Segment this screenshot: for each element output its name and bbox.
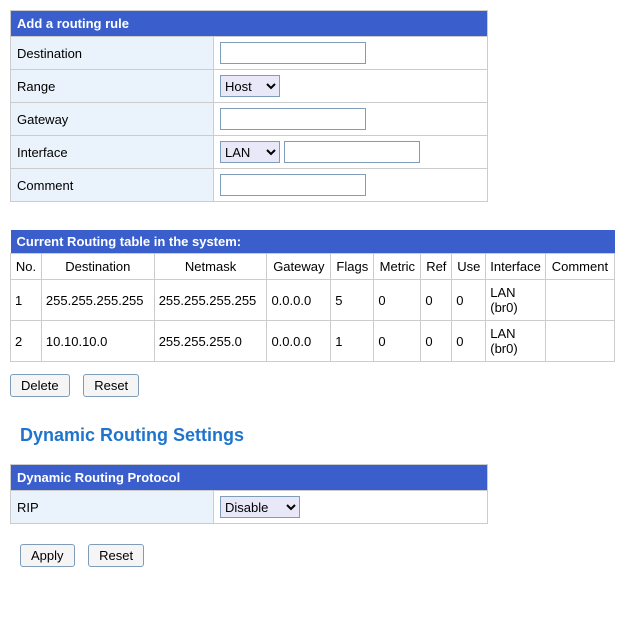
reset-dynamic-button[interactable]: Reset xyxy=(88,544,144,567)
cell-metric: 0 xyxy=(374,321,421,362)
cell-netmask: 255.255.255.0 xyxy=(154,321,267,362)
cell-gateway: 0.0.0.0 xyxy=(267,280,331,321)
routing-table-header: Current Routing table in the system: xyxy=(11,230,615,254)
cell-use: 0 xyxy=(452,321,486,362)
cell-netmask: 255.255.255.255 xyxy=(154,280,267,321)
routing-table: Current Routing table in the system: No.… xyxy=(10,230,615,362)
interface-select[interactable]: LAN xyxy=(220,141,280,163)
col-ref: Ref xyxy=(421,254,452,280)
gateway-label: Gateway xyxy=(11,103,214,136)
cell-interface: LAN (br0) xyxy=(486,280,546,321)
dynamic-routing-form: Dynamic Routing Protocol RIP Disable xyxy=(10,464,488,524)
col-gateway: Gateway xyxy=(267,254,331,280)
cell-interface: LAN (br0) xyxy=(486,321,546,362)
cell-comment xyxy=(545,280,614,321)
table-row: 1255.255.255.255255.255.255.2550.0.0.050… xyxy=(11,280,615,321)
table-row: 210.10.10.0255.255.255.00.0.0.01000LAN (… xyxy=(11,321,615,362)
range-select[interactable]: Host xyxy=(220,75,280,97)
dynamic-routing-header: Dynamic Routing Protocol xyxy=(11,465,488,491)
col-comment: Comment xyxy=(545,254,614,280)
col-metric: Metric xyxy=(374,254,421,280)
col-use: Use xyxy=(452,254,486,280)
gateway-input[interactable] xyxy=(220,108,366,130)
col-netmask: Netmask xyxy=(154,254,267,280)
cell-comment xyxy=(545,321,614,362)
cell-destination: 10.10.10.0 xyxy=(41,321,154,362)
destination-label: Destination xyxy=(11,37,214,70)
delete-button[interactable]: Delete xyxy=(10,374,70,397)
add-routing-rule-form: Add a routing rule Destination Range Hos… xyxy=(10,10,488,202)
destination-input[interactable] xyxy=(220,42,366,64)
cell-no: 1 xyxy=(11,280,42,321)
rip-select[interactable]: Disable xyxy=(220,496,300,518)
col-flags: Flags xyxy=(331,254,374,280)
cell-gateway: 0.0.0.0 xyxy=(267,321,331,362)
cell-no: 2 xyxy=(11,321,42,362)
cell-metric: 0 xyxy=(374,280,421,321)
cell-ref: 0 xyxy=(421,321,452,362)
col-no: No. xyxy=(11,254,42,280)
col-interface: Interface xyxy=(486,254,546,280)
comment-label: Comment xyxy=(11,169,214,202)
col-destination: Destination xyxy=(41,254,154,280)
rip-label: RIP xyxy=(11,491,214,524)
comment-input[interactable] xyxy=(220,174,366,196)
interface-extra-input[interactable] xyxy=(284,141,420,163)
cell-flags: 5 xyxy=(331,280,374,321)
cell-use: 0 xyxy=(452,280,486,321)
cell-destination: 255.255.255.255 xyxy=(41,280,154,321)
range-label: Range xyxy=(11,70,214,103)
reset-routing-button[interactable]: Reset xyxy=(83,374,139,397)
apply-button[interactable]: Apply xyxy=(20,544,75,567)
cell-ref: 0 xyxy=(421,280,452,321)
add-routing-rule-header: Add a routing rule xyxy=(11,11,488,37)
interface-label: Interface xyxy=(11,136,214,169)
dynamic-routing-title: Dynamic Routing Settings xyxy=(20,425,616,446)
cell-flags: 1 xyxy=(331,321,374,362)
